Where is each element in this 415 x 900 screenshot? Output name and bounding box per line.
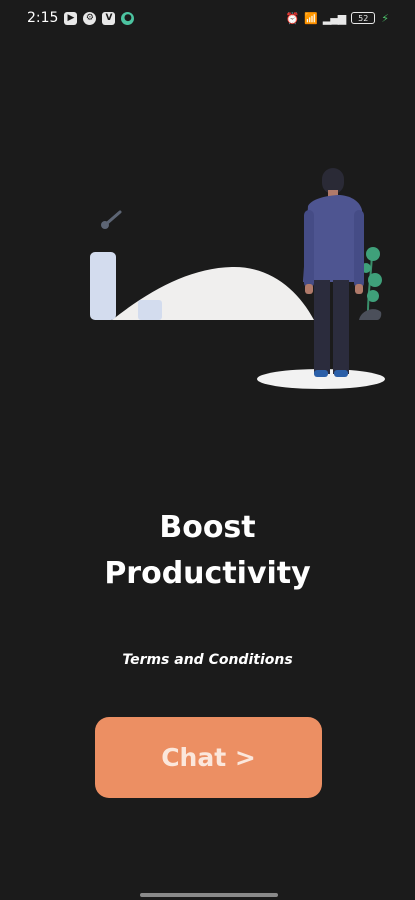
person-leg-left [314,280,330,374]
terms-link[interactable]: Terms and Conditions [0,652,415,668]
person-shoe-right [334,370,348,377]
person-leg-right [333,280,349,374]
plant-leaf [367,290,379,302]
plant-leaf [368,273,382,287]
page-title: Boost Productivity [0,505,415,597]
person-figure [303,168,364,377]
person-shoe-left [314,370,328,377]
hero-illustration [90,168,385,389]
home-indicator[interactable] [140,893,278,897]
stick-ball [101,221,109,229]
small-block [138,300,162,320]
tall-block [90,252,116,320]
person-arm-right [354,210,364,288]
person-hand-right [355,284,363,294]
plant-pot [359,309,382,320]
person-arm-left [304,210,314,288]
plant-leaf [366,247,380,261]
title-line-2: Productivity [104,556,311,591]
chat-button[interactable]: Chat > [95,717,322,798]
person-hand-left [305,284,313,294]
title-line-1: Boost [159,510,256,545]
